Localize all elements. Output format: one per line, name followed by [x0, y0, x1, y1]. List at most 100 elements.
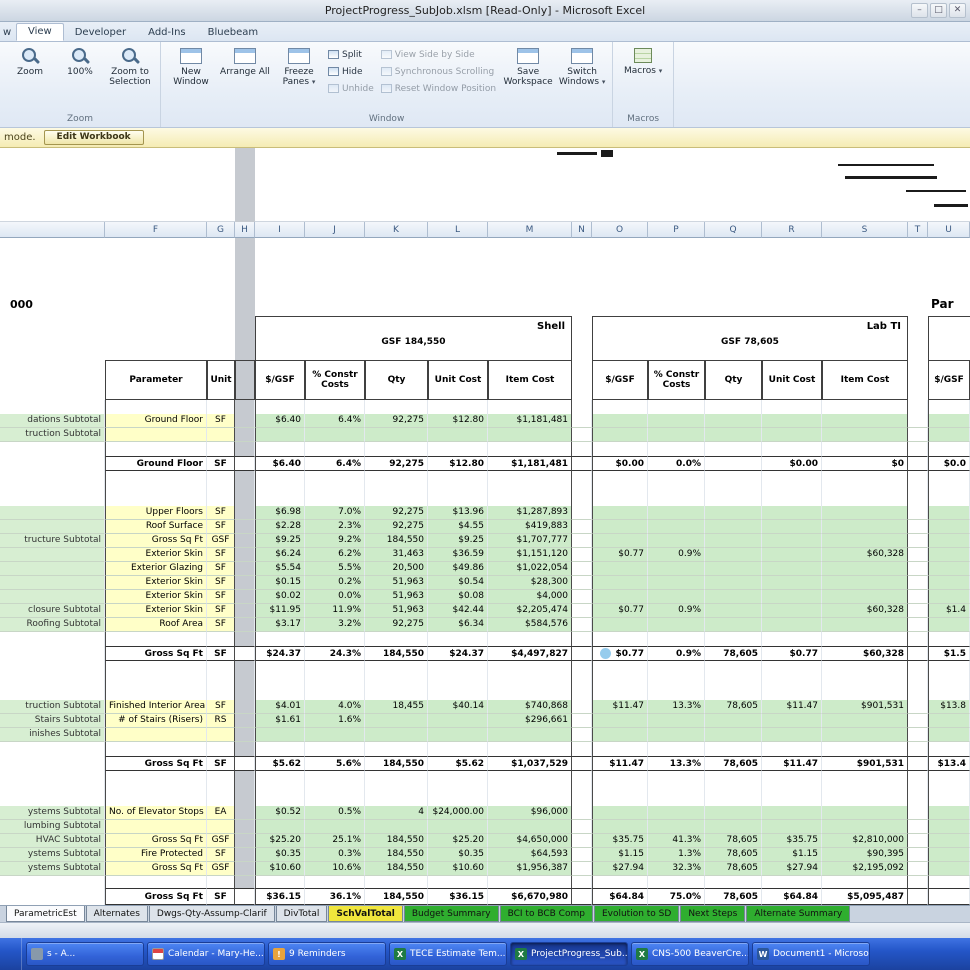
- cell-gap[interactable]: [572, 646, 592, 661]
- cell-label[interactable]: [0, 576, 105, 590]
- cell-split[interactable]: [235, 848, 255, 862]
- cell-li[interactable]: $5,095,487: [822, 888, 908, 905]
- cell-li[interactable]: $90,395: [822, 848, 908, 862]
- cell-split[interactable]: [235, 714, 255, 728]
- cell-param[interactable]: Exterior Skin: [105, 590, 207, 604]
- worksheet-top-area[interactable]: [0, 148, 970, 222]
- sheet-tab-parametricest[interactable]: ParametricEst: [6, 906, 85, 922]
- cell-split[interactable]: [235, 456, 255, 471]
- shell-section-header[interactable]: Shell GSF 184,550: [255, 316, 572, 360]
- cell-sq[interactable]: 184,550: [365, 534, 428, 548]
- tab-view[interactable]: View: [16, 23, 64, 41]
- cell-sg[interactable]: $5.54: [255, 562, 305, 576]
- cell-lq[interactable]: [705, 661, 762, 700]
- cell-lg[interactable]: [592, 742, 648, 756]
- tab-bluebeam[interactable]: Bluebeam: [197, 25, 270, 41]
- cell-lg[interactable]: [592, 728, 648, 742]
- cell-lp[interactable]: [648, 576, 705, 590]
- cell-su[interactable]: $40.14: [428, 700, 488, 714]
- cell-lg[interactable]: [592, 806, 648, 820]
- spreadsheet[interactable]: 000 Par Shell GSF 184,550 Lab TI GSF 78,…: [0, 238, 970, 905]
- cell-ux[interactable]: [928, 848, 970, 862]
- cell-lg[interactable]: [592, 471, 648, 506]
- cell-lu[interactable]: [762, 506, 822, 520]
- cell-li[interactable]: [822, 876, 908, 888]
- cell-lp[interactable]: 13.3%: [648, 700, 705, 714]
- cell-unit[interactable]: [207, 428, 235, 442]
- cell-label[interactable]: [0, 562, 105, 576]
- cell-sq[interactable]: 92,275: [365, 520, 428, 534]
- cell-label[interactable]: [0, 646, 105, 661]
- cell-unit[interactable]: GSF: [207, 834, 235, 848]
- cell-gap2[interactable]: [908, 590, 928, 604]
- cell-ux[interactable]: [928, 742, 970, 756]
- new-window-button[interactable]: New Window: [164, 43, 218, 87]
- cell-unit[interactable]: GSF: [207, 534, 235, 548]
- macros-button[interactable]: Macros ▾: [616, 43, 670, 76]
- cell-sq[interactable]: [365, 714, 428, 728]
- cell-lu[interactable]: [762, 728, 822, 742]
- cell-split[interactable]: [235, 820, 255, 834]
- cell-sp[interactable]: 0.3%: [305, 848, 365, 862]
- cell-sp[interactable]: 5.5%: [305, 562, 365, 576]
- cell-gap2[interactable]: [908, 700, 928, 714]
- cell-ux[interactable]: [928, 534, 970, 548]
- cell-lg[interactable]: [592, 632, 648, 646]
- sheet-tab-schvaltotal[interactable]: SchValTotal: [328, 906, 402, 922]
- cell-sq[interactable]: 92,275: [365, 618, 428, 632]
- blank-rows-area[interactable]: [0, 238, 970, 294]
- cell-param[interactable]: [105, 728, 207, 742]
- cell-sq[interactable]: [365, 400, 428, 414]
- cell-gap2[interactable]: [908, 456, 928, 471]
- tab-developer[interactable]: Developer: [64, 25, 137, 41]
- cell-gap[interactable]: [572, 604, 592, 618]
- cell-lp[interactable]: [648, 728, 705, 742]
- header-lab-item-cost[interactable]: Item Cost: [822, 360, 908, 400]
- cell-lq[interactable]: [705, 414, 762, 428]
- cell-label[interactable]: [0, 400, 105, 414]
- cell-ux[interactable]: [928, 471, 970, 506]
- cell-lg[interactable]: [592, 576, 648, 590]
- cell-li[interactable]: [822, 442, 908, 456]
- cell-split[interactable]: [235, 442, 255, 456]
- cell-lg[interactable]: $0.00: [592, 456, 648, 471]
- cell-label[interactable]: ystems Subtotal: [0, 848, 105, 862]
- cell-lg[interactable]: $1.15: [592, 848, 648, 862]
- cell-label[interactable]: [0, 548, 105, 562]
- cell-lu[interactable]: [762, 520, 822, 534]
- cell-unit[interactable]: GSF: [207, 862, 235, 876]
- cell-split[interactable]: [235, 862, 255, 876]
- cell-gap[interactable]: [572, 862, 592, 876]
- cell-sg[interactable]: $4.01: [255, 700, 305, 714]
- cell-gap2[interactable]: [908, 576, 928, 590]
- cell-su[interactable]: $9.25: [428, 534, 488, 548]
- cell-gap2[interactable]: [908, 618, 928, 632]
- cell-sp[interactable]: [305, 661, 365, 700]
- cell-ux[interactable]: $13.4: [928, 756, 970, 771]
- reset-window-position-button[interactable]: Reset Window Position: [381, 80, 496, 97]
- cell-param[interactable]: Roof Area: [105, 618, 207, 632]
- cell-param[interactable]: Gross Sq Ft: [105, 834, 207, 848]
- cell-gap[interactable]: [572, 820, 592, 834]
- column-letter-J[interactable]: J: [305, 222, 365, 238]
- sheet-tab-evolution-to-sd[interactable]: Evolution to SD: [594, 906, 679, 922]
- cell-label[interactable]: [0, 632, 105, 646]
- cell-lq[interactable]: [705, 562, 762, 576]
- cell-li[interactable]: $901,531: [822, 756, 908, 771]
- cell-gap2[interactable]: [908, 888, 928, 905]
- cell-lq[interactable]: [705, 618, 762, 632]
- cell-lg[interactable]: $35.75: [592, 834, 648, 848]
- cell-lq[interactable]: [705, 604, 762, 618]
- sheet-tab-budget-summary[interactable]: Budget Summary: [404, 906, 499, 922]
- column-letter-S[interactable]: S: [822, 222, 908, 238]
- cell-li[interactable]: $2,810,000: [822, 834, 908, 848]
- cell-ux[interactable]: [928, 576, 970, 590]
- cell-sg[interactable]: $0.52: [255, 806, 305, 820]
- cell-lg[interactable]: [592, 661, 648, 700]
- cell-lp[interactable]: [648, 820, 705, 834]
- cell-split[interactable]: [235, 400, 255, 414]
- cell-lq[interactable]: [705, 471, 762, 506]
- cell-gap[interactable]: [572, 888, 592, 905]
- cell-lu[interactable]: [762, 714, 822, 728]
- cell-split[interactable]: [235, 548, 255, 562]
